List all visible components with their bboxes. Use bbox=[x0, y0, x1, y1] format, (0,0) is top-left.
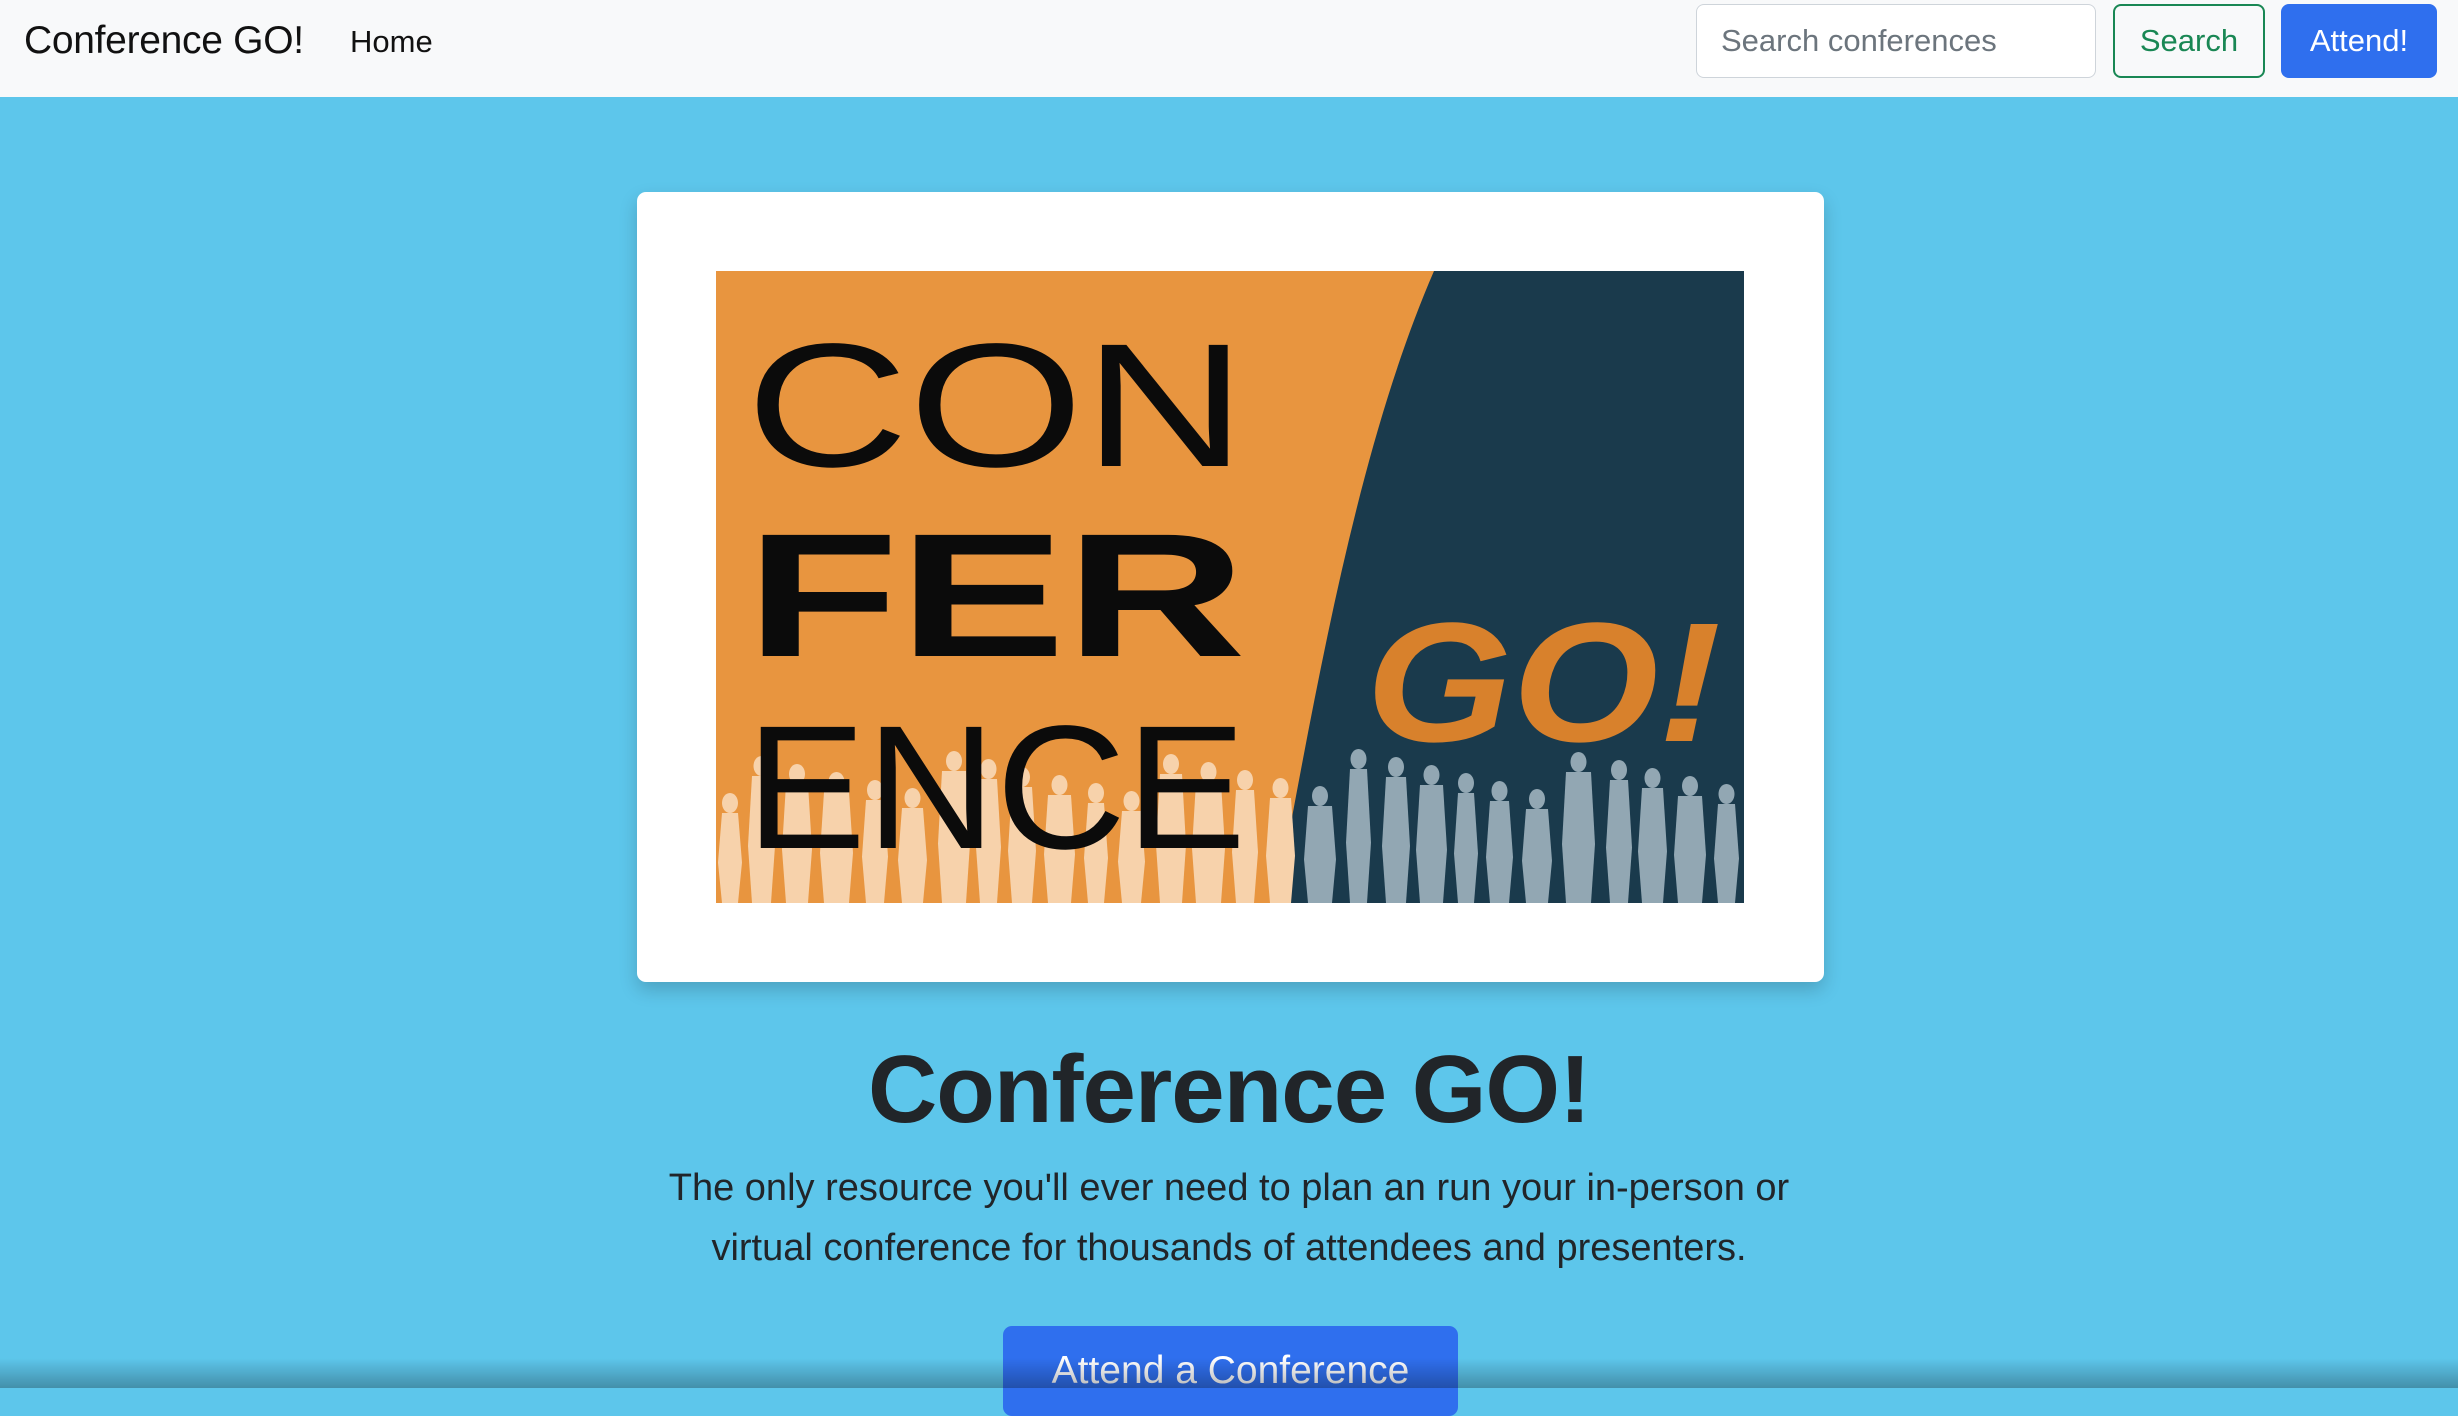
logo-word-go: GO! bbox=[1366, 588, 1721, 778]
person-silhouette bbox=[1382, 757, 1410, 903]
logo-word-fer: FER bbox=[746, 498, 1246, 694]
top-navbar: Conference GO! Home Search Attend! bbox=[0, 0, 2458, 97]
logo-word-con: CON bbox=[746, 308, 1246, 504]
person-silhouette bbox=[1638, 768, 1667, 903]
person-silhouette bbox=[1416, 765, 1447, 903]
nav-link-home[interactable]: Home bbox=[350, 24, 433, 60]
conference-go-logo-image: CON FER ENCE GO! bbox=[716, 271, 1744, 903]
search-input[interactable] bbox=[1696, 4, 2096, 78]
hero-image-card: CON FER ENCE GO! bbox=[637, 192, 1824, 982]
search-button[interactable]: Search bbox=[2113, 4, 2265, 78]
hero-lead-text: The only resource you'll ever need to pl… bbox=[668, 1167, 1790, 1269]
page-title: Conference GO! bbox=[867, 1036, 1591, 1143]
attend-conference-button[interactable]: Attend a Conference bbox=[1003, 1326, 1458, 1416]
logo-word-ence: ENCE bbox=[746, 690, 1246, 886]
attend-nav-button[interactable]: Attend! bbox=[2281, 4, 2437, 78]
brand-link[interactable]: Conference GO! bbox=[24, 19, 304, 63]
